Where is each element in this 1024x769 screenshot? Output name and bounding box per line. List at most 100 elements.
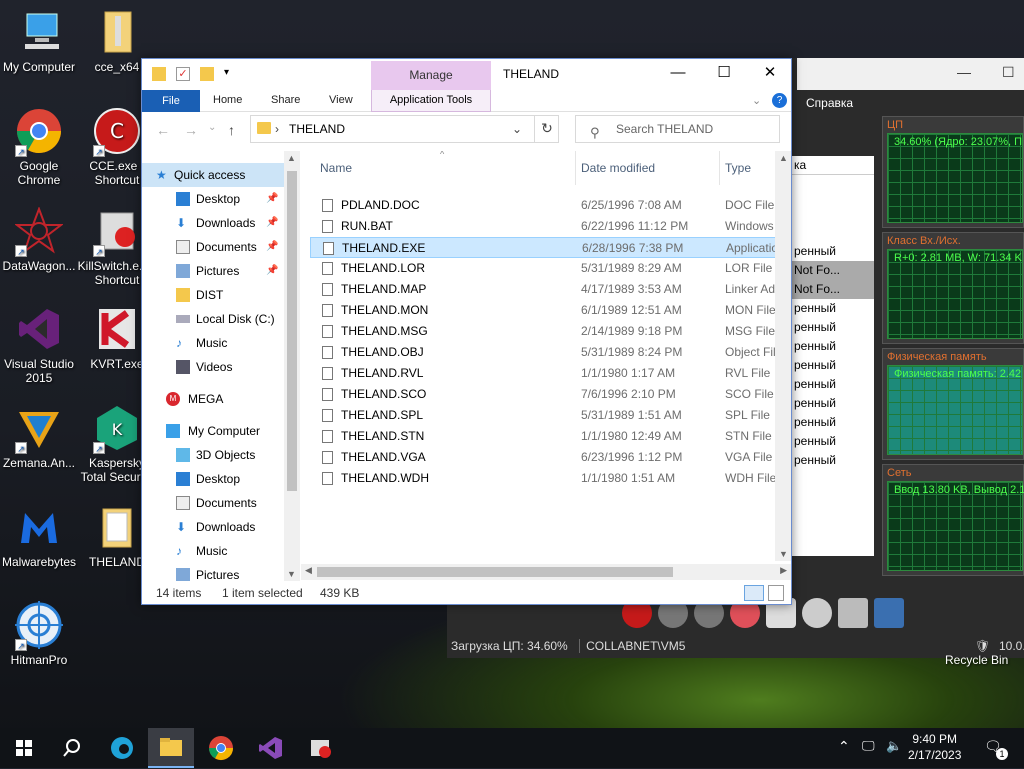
maximize-icon[interactable]: ☐ xyxy=(1002,64,1015,81)
minimize-button[interactable]: — xyxy=(655,59,701,89)
tab-file[interactable]: File xyxy=(142,90,200,112)
scroll-down-icon[interactable]: ▼ xyxy=(287,569,296,579)
list-item[interactable]: ренный xyxy=(792,356,874,375)
pin-icon[interactable]: 📌 xyxy=(266,187,278,211)
tab-home[interactable]: Home xyxy=(213,94,242,106)
list-item[interactable]: ренный xyxy=(792,337,874,356)
scroll-right-icon[interactable]: ▶ xyxy=(780,565,787,576)
list-item[interactable]: ренный xyxy=(792,242,874,261)
visual-studio-icon[interactable] xyxy=(256,734,284,762)
column-name[interactable]: Name xyxy=(320,161,352,175)
list-item[interactable]: ренный xyxy=(792,413,874,432)
file-row[interactable]: RUN.BAT 6/22/1996 11:12 PM Windows Bat xyxy=(310,216,791,237)
tab-share[interactable]: Share xyxy=(271,94,300,106)
scroll-up-icon[interactable]: ▲ xyxy=(287,153,296,163)
help-icon[interactable]: ? xyxy=(772,93,787,108)
nav-mega[interactable]: M MEGA xyxy=(142,387,300,411)
list-item[interactable]: ренный xyxy=(792,451,874,470)
properties-icon[interactable]: ✓ xyxy=(176,67,190,81)
file-row[interactable]: THELAND.MSG 2/14/1989 9:18 PM MSG File xyxy=(310,321,791,342)
column-date-modified[interactable]: Date modified xyxy=(581,161,655,175)
desktop-shortcut-datawagon[interactable]: ↗ DataWagon... xyxy=(0,206,81,273)
nav-3d-objects[interactable]: 3D Objects xyxy=(142,443,300,467)
magnifier-icon[interactable] xyxy=(802,598,832,628)
chevron-up-icon[interactable]: ⌃ xyxy=(838,738,850,755)
desktop-shortcut-google-chrome[interactable]: ↗ Google Chrome xyxy=(0,107,81,187)
file-row[interactable]: THELAND.OBJ 5/31/1989 8:24 PM Object File xyxy=(310,342,791,363)
list-item[interactable]: Not Fo... xyxy=(792,261,874,280)
refresh-button[interactable]: ↻ xyxy=(534,115,559,143)
nav-documents[interactable]: Documents 📌 xyxy=(142,235,300,259)
window-icon[interactable] xyxy=(838,598,868,628)
file-row[interactable]: THELAND.MON 6/1/1989 12:51 AM MON File xyxy=(310,300,791,321)
list-item[interactable]: ренный xyxy=(792,375,874,394)
nav-local-disk[interactable]: Local Disk (C:) xyxy=(142,307,300,331)
address-bar[interactable]: › THELAND ⌄ xyxy=(250,115,559,143)
scroll-up-icon[interactable]: ▲ xyxy=(779,153,788,163)
breadcrumb-chevron-icon[interactable]: › xyxy=(275,116,279,142)
nav-music-2[interactable]: ♪ Music xyxy=(142,539,300,563)
file-row[interactable]: THELAND.MAP 4/17/1989 3:53 AM Linker Addre xyxy=(310,279,791,300)
scroll-down-icon[interactable]: ▼ xyxy=(779,549,788,559)
list-item[interactable]: Not Fo... xyxy=(792,280,874,299)
file-row[interactable]: THELAND.VGA 6/23/1996 1:12 PM VGA File xyxy=(310,447,791,468)
nav-music[interactable]: ♪ Music xyxy=(142,331,300,355)
nav-my-computer[interactable]: My Computer xyxy=(142,419,300,443)
desktop-shortcut-zemana[interactable]: ↗ Zemana.An... xyxy=(0,404,81,470)
sysmon-process-list[interactable]: ка ренный Not Fo... Not Fo... ренный рен… xyxy=(792,156,874,556)
recent-locations-icon[interactable]: ⌄ xyxy=(208,122,216,133)
nav-desktop[interactable]: Desktop 📌 xyxy=(142,187,300,211)
tab-view[interactable]: View xyxy=(329,94,353,106)
close-button[interactable]: ✕ xyxy=(747,59,793,89)
nav-quick-access[interactable]: ★ Quick access xyxy=(142,163,300,187)
large-icons-view-icon[interactable] xyxy=(768,585,784,601)
nav-downloads-2[interactable]: ⬇ Downloads xyxy=(142,515,300,539)
new-folder-icon[interactable] xyxy=(200,67,214,81)
start-button[interactable] xyxy=(10,734,38,762)
nav-pictures[interactable]: Pictures 📌 xyxy=(142,259,300,283)
search-icon[interactable] xyxy=(58,734,86,762)
desktop-shortcut-hitmanpro[interactable]: ↗ HitmanPro xyxy=(0,601,81,667)
pin-icon[interactable]: 📌 xyxy=(266,211,278,235)
scrollbar-thumb[interactable] xyxy=(317,567,673,577)
file-row[interactable]: THELAND.STN 1/1/1980 12:49 AM STN File xyxy=(310,426,791,447)
system-clock[interactable]: 9:40 PM 2/17/2023 xyxy=(908,731,961,763)
sysmon-menu-help[interactable]: Справка xyxy=(792,90,1024,116)
nav-videos[interactable]: Videos xyxy=(142,355,300,379)
tab-application-tools[interactable]: Application Tools xyxy=(371,90,491,112)
desktop-shortcut-visual-studio[interactable]: Visual Studio 2015 xyxy=(0,305,81,385)
navigation-pane[interactable]: ★ Quick access Desktop 📌 ⬇ Downloads 📌 Docum… xyxy=(142,151,300,581)
killswitch-icon[interactable] xyxy=(306,734,334,762)
expand-ribbon-icon[interactable]: ⌄ xyxy=(752,94,761,107)
list-item[interactable]: ренный xyxy=(792,394,874,413)
chevron-down-icon[interactable]: ▾ xyxy=(224,67,238,81)
file-row[interactable]: THELAND.SPL 5/31/1989 1:51 AM SPL File xyxy=(310,405,791,426)
recycle-bin-label[interactable]: Recycle Bin xyxy=(945,653,1008,667)
up-icon[interactable]: ↑ xyxy=(228,122,235,138)
nav-downloads[interactable]: ⬇ Downloads 📌 xyxy=(142,211,300,235)
file-row[interactable]: PDLAND.DOC 6/25/1996 7:08 AM DOC File xyxy=(310,195,791,216)
desktop-shortcut-my-computer[interactable]: My Computer xyxy=(0,8,81,74)
file-list-pane[interactable]: ^ Name Date modified Type PDLAND.DOC 6/25… xyxy=(310,151,791,561)
address-dropdown-icon[interactable]: ⌄ xyxy=(512,116,522,142)
taskbar-file-explorer[interactable] xyxy=(148,728,194,768)
network-icon[interactable]: 🖵 xyxy=(862,738,875,754)
pin-icon[interactable]: 📌 xyxy=(266,235,278,259)
file-row[interactable]: THELAND.WDH 1/1/1980 1:51 AM WDH File xyxy=(310,468,791,489)
edge-icon[interactable] xyxy=(108,734,136,762)
maximize-button[interactable]: ☐ xyxy=(701,59,747,89)
monitor-icon[interactable] xyxy=(874,598,904,628)
desktop-shortcut-malwarebytes[interactable]: Malwarebytes xyxy=(0,503,81,569)
file-row[interactable]: THELAND.RVL 1/1/1980 1:17 AM RVL File xyxy=(310,363,791,384)
nav-desktop-2[interactable]: Desktop xyxy=(142,467,300,491)
list-item[interactable]: ренный xyxy=(792,318,874,337)
file-vertical-scrollbar[interactable]: ▲ ▼ xyxy=(775,151,791,561)
list-item[interactable]: ренный xyxy=(792,299,874,318)
minimize-icon[interactable]: — xyxy=(957,64,971,80)
column-type[interactable]: Type xyxy=(725,161,751,175)
nav-documents-2[interactable]: Documents xyxy=(142,491,300,515)
chrome-icon[interactable] xyxy=(207,734,235,762)
details-view-icon[interactable] xyxy=(744,585,764,601)
file-row[interactable]: THELAND.LOR 5/31/1989 8:29 AM LOR File xyxy=(310,258,791,279)
forward-icon[interactable]: → xyxy=(184,122,198,138)
